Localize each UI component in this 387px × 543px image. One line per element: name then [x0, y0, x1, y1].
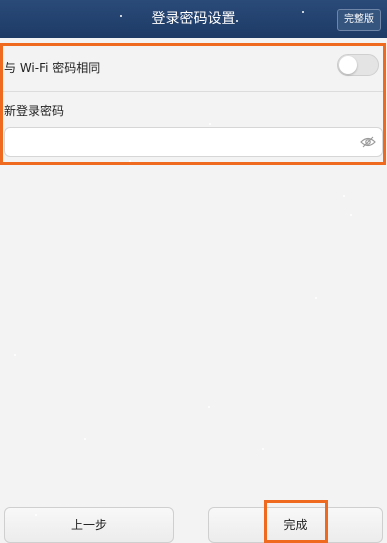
- snow-dot: [35, 514, 37, 516]
- snow-dot: [302, 11, 304, 13]
- eye-icon[interactable]: [360, 134, 376, 150]
- snow-dot: [14, 354, 16, 356]
- snow-dot: [262, 448, 264, 450]
- same-as-wifi-toggle[interactable]: [337, 54, 379, 76]
- full-version-button[interactable]: 完整版: [337, 9, 381, 31]
- new-password-input[interactable]: [4, 127, 383, 157]
- snow-dot: [236, 20, 238, 22]
- top-bar: 登录密码设置 完整版: [0, 0, 387, 38]
- divider: [3, 91, 383, 92]
- toggle-knob: [339, 56, 357, 74]
- snow-dot: [350, 214, 352, 216]
- prev-step-button[interactable]: 上一步: [4, 507, 174, 543]
- snow-dot: [209, 123, 211, 125]
- done-highlight-box: [264, 500, 328, 543]
- snow-dot: [343, 195, 345, 197]
- snow-dot: [315, 297, 317, 299]
- page-title: 登录密码设置: [151, 11, 236, 27]
- snow-dot: [208, 406, 210, 408]
- snow-dot: [120, 15, 122, 17]
- snow-dot: [129, 160, 131, 162]
- snow-dot: [84, 438, 86, 440]
- same-as-wifi-label: 与 Wi-Fi 密码相同: [4, 61, 101, 75]
- same-as-wifi-row: 与 Wi-Fi 密码相同: [0, 46, 383, 91]
- new-password-label: 新登录密码: [4, 104, 65, 118]
